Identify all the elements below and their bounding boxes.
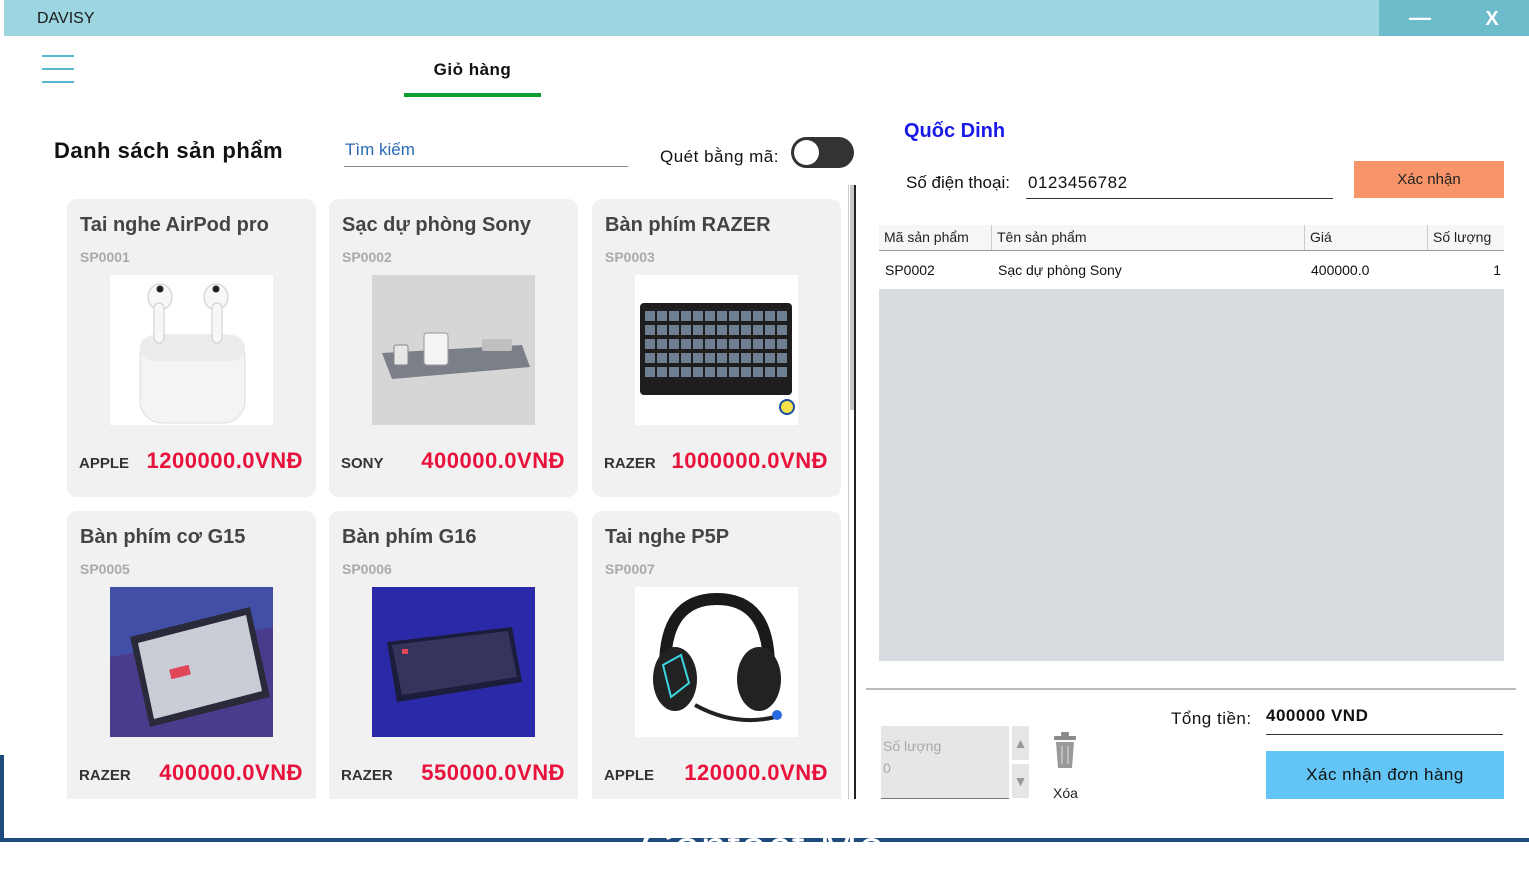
product-card[interactable]: Tai nghe AirPod pro SP0001 APPLE 1200000… bbox=[67, 199, 316, 497]
product-name: Tai nghe AirPod pro bbox=[80, 214, 269, 236]
product-price: 400000.0VNĐ bbox=[159, 760, 303, 785]
product-price: 550000.0VNĐ bbox=[421, 760, 565, 785]
window-controls: — X bbox=[1379, 0, 1529, 36]
scan-toggle[interactable] bbox=[791, 137, 854, 168]
mech-keyboard-image bbox=[110, 587, 273, 737]
product-card[interactable]: Bàn phím G16 SP0006 RAZER 550000.0VNĐ bbox=[329, 511, 578, 799]
quantity-stepper[interactable]: Số lượng 0 bbox=[881, 726, 1009, 799]
cart-table: Mã sản phẩm Tên sản phẩm Giá Số lượng SP… bbox=[879, 225, 1504, 661]
cell-price: 400000.0 bbox=[1311, 262, 1370, 278]
decrement-icon[interactable]: ▼ bbox=[1012, 764, 1029, 798]
product-card[interactable]: Bàn phím cơ G15 SP0005 RAZER 400000.0VNĐ bbox=[67, 511, 316, 799]
product-price: 120000.0VNĐ bbox=[684, 760, 828, 785]
quantity-label: Số lượng bbox=[883, 738, 942, 754]
product-name: Bàn phím G16 bbox=[342, 526, 477, 548]
product-code: SP0002 bbox=[342, 249, 392, 265]
confirm-customer-button[interactable]: Xác nhận bbox=[1354, 161, 1504, 198]
product-brand: RAZER bbox=[604, 455, 656, 472]
product-brand: APPLE bbox=[604, 767, 655, 784]
cell-product-name: Sạc dự phòng Sony bbox=[998, 262, 1122, 278]
phone-field[interactable] bbox=[1026, 168, 1333, 199]
product-list-title: Danh sách sản phẩm bbox=[54, 138, 284, 163]
total-value: 400000 VND bbox=[1266, 706, 1503, 735]
hamburger-icon[interactable] bbox=[42, 55, 74, 83]
keyboard-image bbox=[635, 275, 798, 425]
keyboard-blue-image bbox=[372, 587, 535, 737]
panel-divider bbox=[854, 185, 856, 799]
window-title: DAVISY bbox=[37, 10, 95, 27]
customer-name: Quốc Dinh bbox=[904, 120, 1006, 142]
quantity-value: 0 bbox=[883, 760, 891, 776]
product-name: Sạc dự phòng Sony bbox=[342, 214, 531, 236]
minimize-icon[interactable]: — bbox=[1409, 7, 1431, 29]
search-input[interactable] bbox=[344, 134, 628, 167]
product-card[interactable]: Tai nghe P5P SP0007 APPLE 120000.0VNĐ bbox=[592, 511, 841, 799]
app-window: DAVISY — X Giỏ hàng Danh sách sản phẩm Q… bbox=[4, 0, 1529, 838]
headset-image bbox=[635, 587, 798, 737]
product-price: 1200000.0VNĐ bbox=[146, 448, 303, 473]
table-header: Mã sản phẩm Tên sản phẩm Giá Số lượng bbox=[879, 225, 1504, 251]
table-row[interactable]: SP0002 Sạc dự phòng Sony 400000.0 1 bbox=[879, 251, 1504, 289]
product-brand: SONY bbox=[341, 455, 384, 472]
section-divider bbox=[866, 688, 1516, 690]
phone-label: Số điện thoại: bbox=[906, 173, 1010, 192]
cell-product-code: SP0002 bbox=[885, 262, 935, 278]
column-header[interactable]: Tên sản phẩm bbox=[992, 225, 1305, 250]
column-header[interactable]: Số lượng bbox=[1428, 225, 1504, 250]
product-code: SP0001 bbox=[80, 249, 130, 265]
quantity-spinner: ▲ ▼ bbox=[1012, 726, 1029, 798]
delete-label[interactable]: Xóa bbox=[1053, 785, 1078, 801]
tab-active-indicator bbox=[404, 93, 541, 97]
product-brand: RAZER bbox=[79, 767, 131, 784]
power-bank-image bbox=[372, 275, 535, 425]
product-code: SP0005 bbox=[80, 561, 130, 577]
product-name: Bàn phím RAZER bbox=[605, 214, 771, 236]
cell-quantity: 1 bbox=[1493, 262, 1501, 278]
product-price: 1000000.0VNĐ bbox=[671, 448, 828, 473]
scan-label: Quét bằng mã: bbox=[660, 147, 779, 166]
tab-cart-label: Giỏ hàng bbox=[433, 60, 512, 79]
product-grid: Tai nghe AirPod pro SP0001 APPLE 1200000… bbox=[64, 195, 849, 799]
increment-icon[interactable]: ▲ bbox=[1012, 726, 1029, 760]
product-card[interactable]: Bàn phím RAZER SP0003 RAZER 1000000.0VNĐ bbox=[592, 199, 841, 497]
trash-icon[interactable] bbox=[1050, 730, 1080, 770]
confirm-order-button[interactable]: Xác nhận đơn hàng bbox=[1266, 751, 1504, 799]
title-bar: DAVISY — X bbox=[4, 0, 1529, 36]
product-brand: RAZER bbox=[341, 767, 393, 784]
product-code: SP0006 bbox=[342, 561, 392, 577]
product-price: 400000.0VNĐ bbox=[421, 448, 565, 473]
airpods-image bbox=[110, 275, 273, 425]
toggle-knob bbox=[794, 140, 819, 165]
product-name: Tai nghe P5P bbox=[605, 526, 730, 548]
product-card[interactable]: Sạc dự phòng Sony SP0002 SONY 400000.0VN… bbox=[329, 199, 578, 497]
product-name: Bàn phím cơ G15 bbox=[80, 526, 246, 548]
product-code: SP0003 bbox=[605, 249, 655, 265]
total-label: Tổng tiền: bbox=[1171, 709, 1252, 728]
tab-cart[interactable]: Giỏ hàng bbox=[404, 57, 541, 97]
column-header[interactable]: Giá bbox=[1305, 225, 1428, 250]
close-icon[interactable]: X bbox=[1481, 8, 1503, 30]
product-brand: APPLE bbox=[79, 455, 130, 472]
column-header[interactable]: Mã sản phẩm bbox=[879, 225, 992, 250]
product-code: SP0007 bbox=[605, 561, 655, 577]
